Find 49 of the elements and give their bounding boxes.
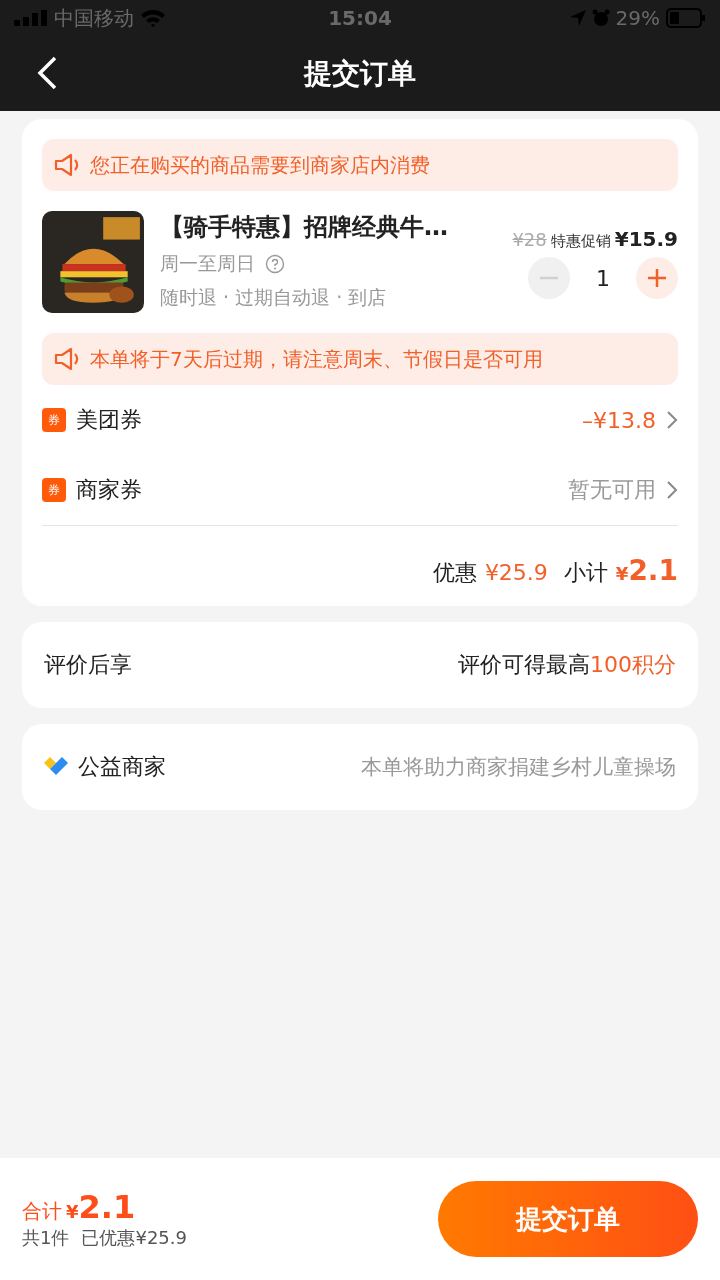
currency-sign: ¥ [66, 1201, 79, 1222]
carrier-name: 中国移动 [54, 4, 134, 32]
quantity: 1 [596, 265, 610, 291]
coupon-row[interactable]: 券 商家券 暂无可用 [42, 455, 678, 525]
saved-amount: 已优惠¥25.9 [81, 1226, 187, 1250]
subtotal-amount: 2.1 [628, 554, 678, 587]
minus-icon [538, 276, 560, 280]
plus-button[interactable] [636, 257, 678, 299]
chevron-icon [666, 480, 678, 500]
promo-label: 特惠促销 [550, 232, 611, 251]
status-time: 15:04 [328, 6, 392, 30]
chevron-icon [666, 410, 678, 430]
product-title: 【骑手特惠】招牌经典牛… [160, 212, 449, 243]
original-price: ¥28 [512, 229, 547, 250]
notice-text: 本单将于7天后过期，请注意周末、节假日是否可用 [90, 345, 543, 373]
coupon-row[interactable]: 券 美团券 –¥13.8 [42, 385, 678, 455]
coupon-value: –¥13.8 [582, 407, 656, 433]
discount-amount: ¥25.9 [484, 560, 548, 585]
total-amount: 2.1 [78, 1188, 136, 1226]
page-title: 提交订单 [304, 55, 416, 92]
coupon-badge: 券 [42, 408, 66, 432]
coupon-badge: 券 [42, 478, 66, 502]
wifi-icon [140, 9, 166, 27]
total-label: 合计 [22, 1198, 62, 1225]
coupon-value: 暂无可用 [568, 476, 656, 504]
help-icon[interactable] [265, 254, 285, 274]
review-label: 评价后享 [44, 651, 132, 679]
refund-policies: 随时退 · 过期自动退 · 到店 [160, 285, 388, 310]
review-reward: 评价可得最高100积分 [458, 651, 676, 679]
battery-percent: 29% [615, 6, 660, 30]
sale-price: ¥15.9 [614, 227, 678, 251]
usage-days: 周一至周日 [160, 251, 255, 277]
subtotal-label: 小计 [563, 559, 608, 587]
coupon-label: 商家券 [76, 476, 143, 504]
speaker-icon [54, 152, 80, 178]
plus-icon [646, 267, 668, 289]
charity-label: 公益商家 [78, 753, 166, 781]
discount-label: 优惠 [432, 559, 477, 587]
currency-sign: ¥ [615, 563, 629, 584]
speaker-icon [54, 346, 80, 372]
coupon-label: 美团券 [76, 406, 143, 434]
charity-text: 本单将助力商家捐建乡村儿童操场 [361, 754, 676, 781]
back-button[interactable] [36, 56, 58, 90]
alarm-icon [591, 9, 610, 27]
battery-icon [666, 8, 706, 28]
item-count: 共1件 [22, 1226, 70, 1250]
notice-text: 您正在购买的商品需要到商家店内消费 [90, 151, 430, 179]
signal-icon [14, 10, 48, 26]
location-icon [569, 10, 586, 26]
